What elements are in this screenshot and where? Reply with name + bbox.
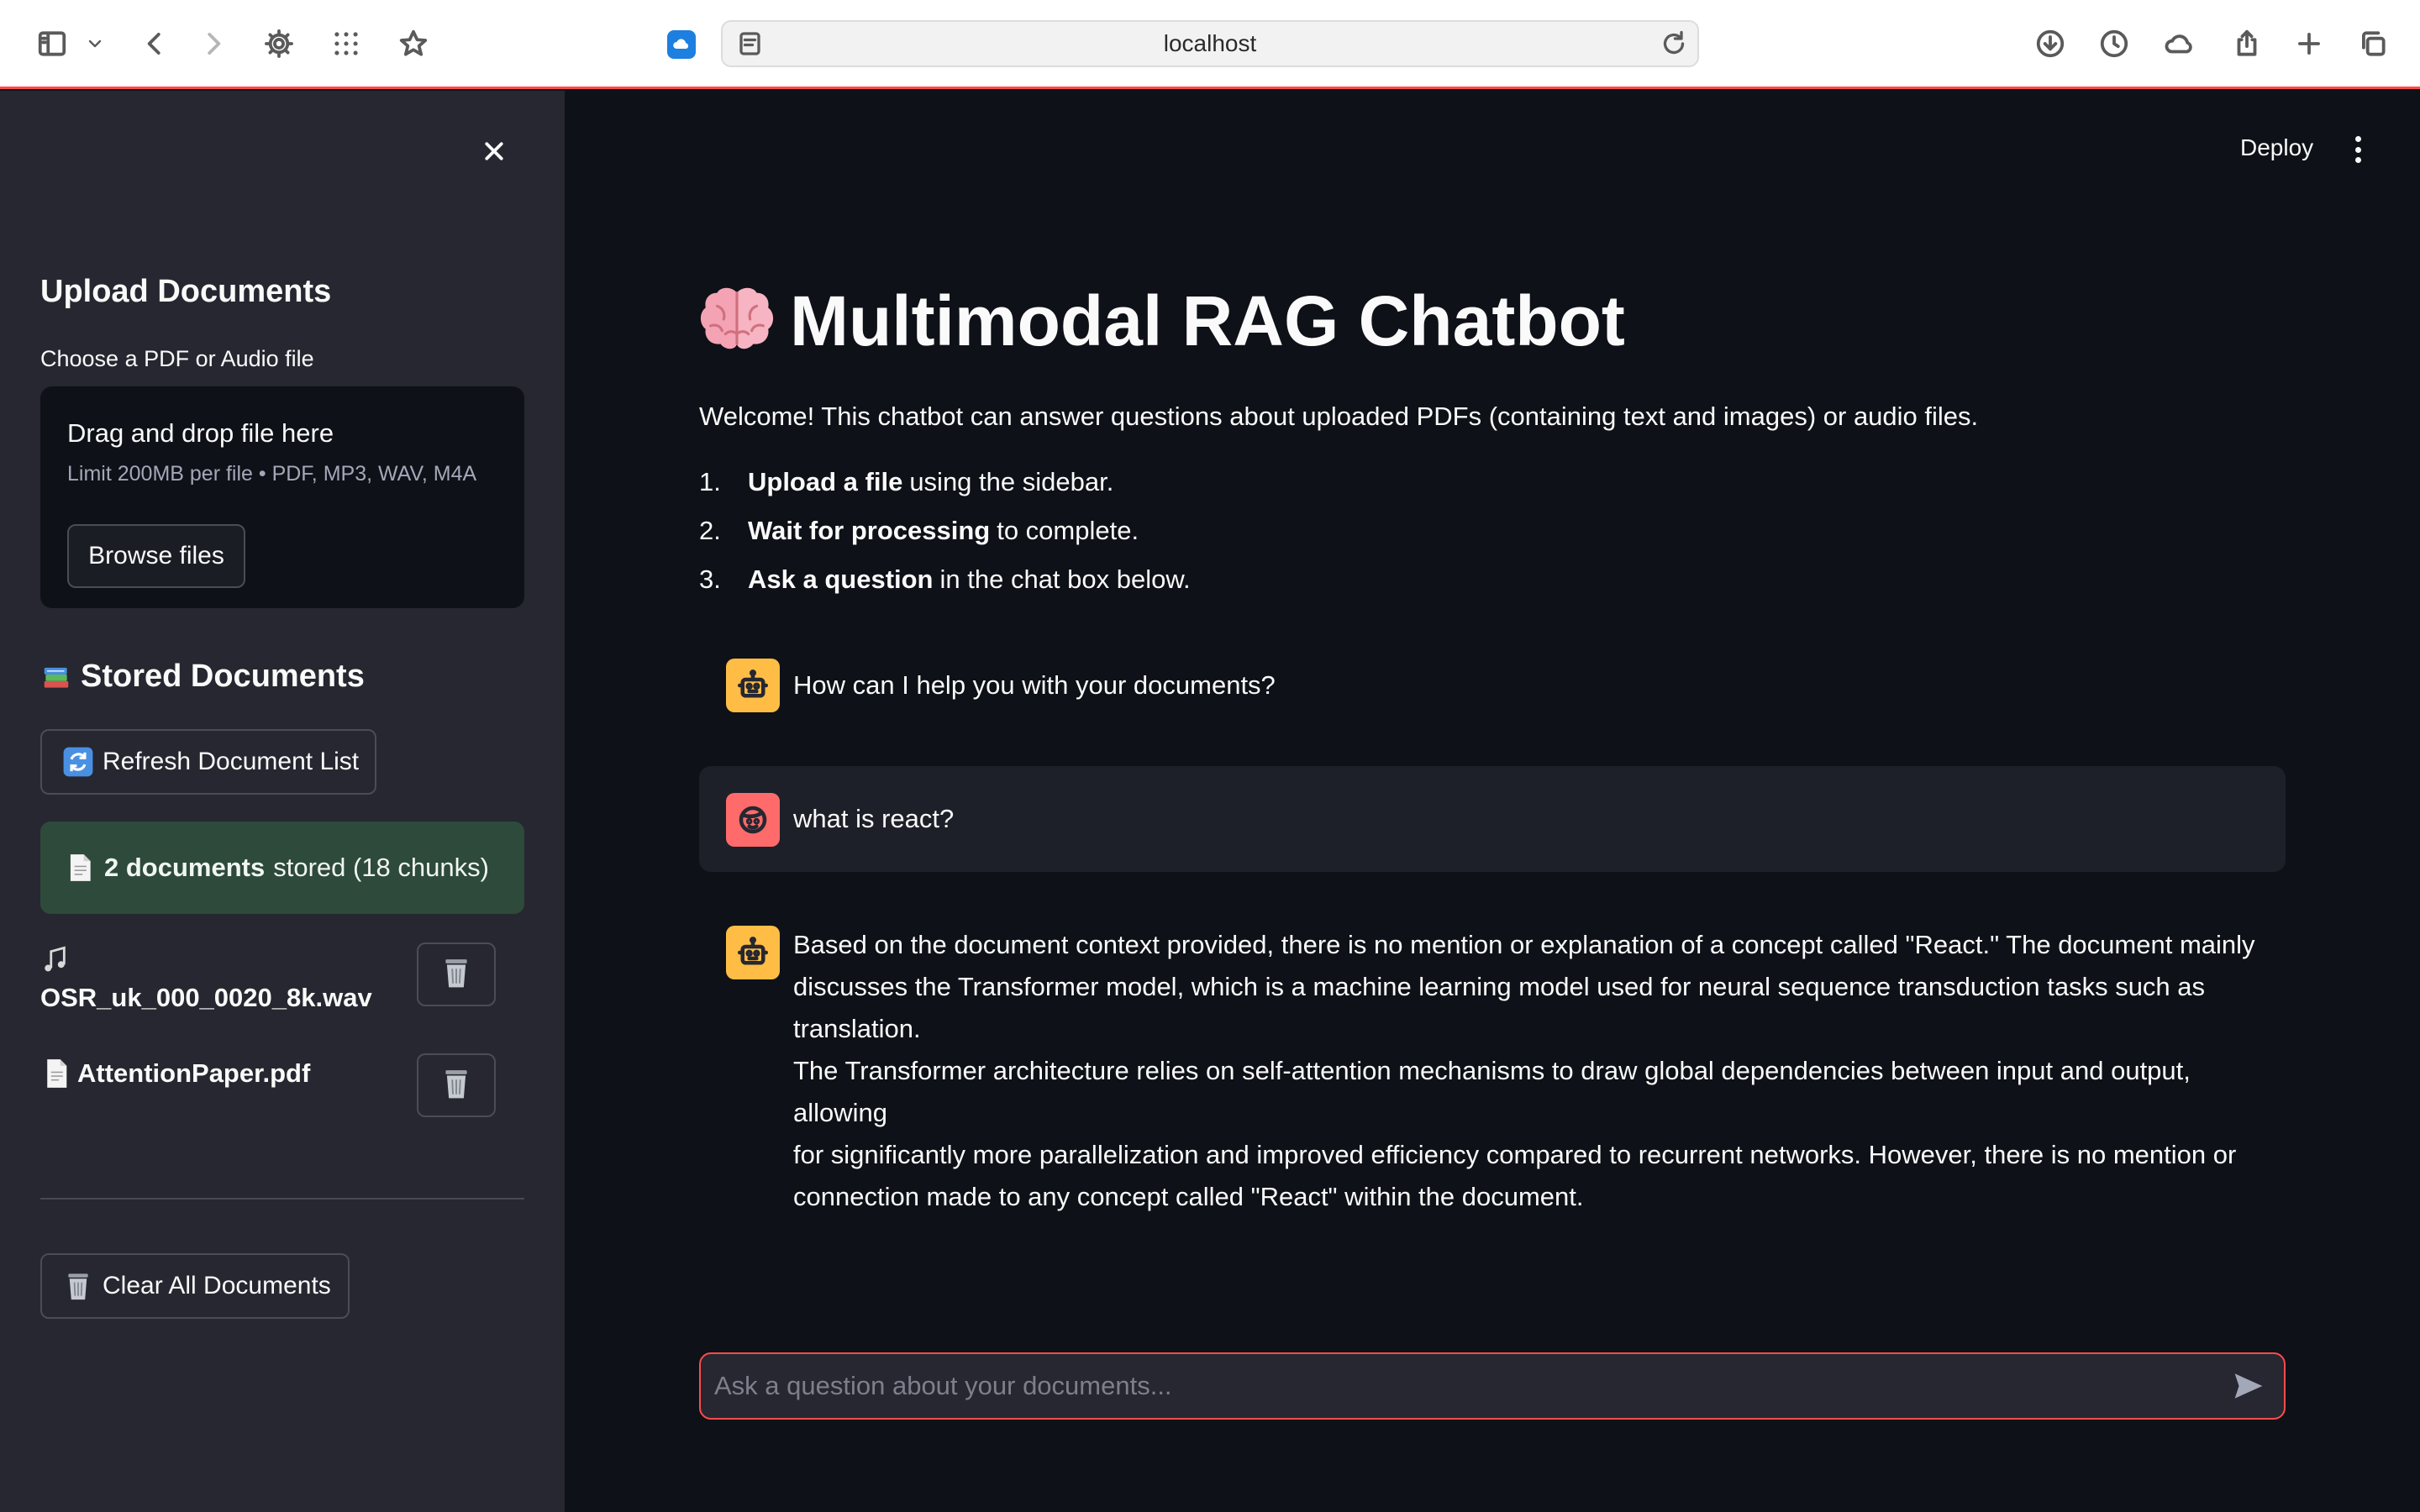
- chat-message-user: what is react?: [699, 766, 2286, 872]
- clear-all-label: Clear All Documents: [103, 1272, 331, 1299]
- app-title: Multimodal RAG Chatbot: [790, 281, 1625, 360]
- message-line: for significantly more parallelization a…: [793, 1140, 2237, 1169]
- message-text: How can I help you with your documents?: [793, 670, 1276, 700]
- history-icon[interactable]: [2096, 25, 2133, 62]
- instruction-step: 1. Upload a file using the sidebar.: [699, 467, 1191, 516]
- summary-rest: stored (18 chunks): [273, 853, 489, 882]
- browse-files-button[interactable]: Browse files: [67, 524, 245, 588]
- cloud-icon[interactable]: [2161, 25, 2198, 62]
- instruction-step: 3. Ask a question in the chat box below.: [699, 564, 1191, 613]
- sidebar-toggle-icon[interactable]: [34, 25, 71, 62]
- message-text: what is react?: [793, 804, 955, 833]
- back-icon[interactable]: [136, 25, 173, 62]
- deploy-button[interactable]: Deploy: [2240, 134, 2313, 161]
- file-uploader-label: Choose a PDF or Audio file: [40, 346, 314, 371]
- dropzone-limit: Limit 200MB per file • PDF, MP3, WAV, M4…: [67, 462, 477, 486]
- document-row: AttentionPaper.pdf: [40, 1057, 310, 1090]
- address-text: localhost: [1163, 30, 1257, 56]
- star-icon[interactable]: [395, 25, 432, 62]
- send-icon[interactable]: [2230, 1369, 2267, 1403]
- stored-documents-heading: Stored Documents: [40, 659, 365, 695]
- instruction-list: 1. Upload a file using the sidebar. 2. W…: [699, 467, 1191, 613]
- main-menu-icon[interactable]: [2349, 133, 2366, 166]
- step-bold: Wait for processing: [748, 516, 991, 545]
- document-name: OSR_uk_000_0020_8k.wav: [40, 983, 372, 1012]
- forward-icon[interactable]: [195, 25, 232, 62]
- page-title: Multimodal RAG Chatbot: [697, 281, 1625, 362]
- address-bar[interactable]: localhost: [721, 20, 1699, 67]
- message-line: Based on the document context provided, …: [793, 930, 2255, 959]
- document-icon: [40, 1057, 72, 1090]
- site-favicon-icon: [667, 30, 696, 59]
- robot-icon: [737, 937, 769, 965]
- trash-icon: [440, 1066, 472, 1105]
- instruction-step: 2. Wait for processing to complete.: [699, 516, 1191, 564]
- step-number: 2.: [699, 516, 721, 545]
- apps-grid-icon[interactable]: [328, 25, 365, 62]
- chat-message-assistant: Based on the document context provided, …: [699, 899, 2286, 1211]
- chat-input[interactable]: [714, 1354, 2193, 1418]
- main-content: Deploy Multimodal RAG Chatbot Welcome! T…: [565, 91, 2420, 1512]
- sidebar-divider: [40, 1198, 524, 1200]
- document-icon: [64, 852, 96, 884]
- reload-icon[interactable]: [1659, 29, 1689, 63]
- chevron-down-icon[interactable]: [82, 25, 108, 62]
- message-text: Based on the document context provided, …: [793, 924, 2286, 1218]
- refresh-label: Refresh Document List: [103, 748, 360, 775]
- bot-avatar: [726, 926, 780, 979]
- delete-document-button[interactable]: [417, 1053, 496, 1117]
- dropzone-title: Drag and drop file here: [67, 418, 334, 448]
- step-text: using the sidebar.: [909, 467, 1114, 496]
- stored-documents-title: Stored Documents: [81, 659, 365, 694]
- document-row: OSR_uk_000_0020_8k.wav: [40, 944, 372, 1013]
- user-avatar: [726, 793, 780, 847]
- sidebar: Upload Documents Choose a PDF or Audio f…: [0, 91, 565, 1512]
- welcome-text: Welcome! This chatbot can answer questio…: [699, 402, 1979, 431]
- refresh-icon: [62, 746, 94, 778]
- browser-toolbar: localhost: [0, 0, 2420, 89]
- user-face-icon: [739, 806, 767, 834]
- message-line: discusses the Transformer model, which i…: [793, 972, 2206, 1043]
- share-icon[interactable]: [2228, 25, 2265, 62]
- document-name: AttentionPaper.pdf: [77, 1058, 311, 1088]
- brain-icon: [697, 282, 790, 360]
- trash-icon: [440, 955, 472, 995]
- message-line: The Transformer architecture relies on s…: [793, 1056, 2191, 1127]
- robot-icon: [737, 669, 769, 698]
- step-number: 3.: [699, 564, 721, 594]
- step-bold: Ask a question: [748, 564, 934, 594]
- books-icon: [40, 661, 72, 693]
- refresh-document-list-button[interactable]: Refresh Document List: [40, 729, 376, 795]
- message-line: connection made to any concept called "R…: [793, 1182, 1584, 1211]
- file-dropzone[interactable]: Drag and drop file here Limit 200MB per …: [40, 386, 524, 608]
- step-text: to complete.: [997, 516, 1139, 545]
- music-note-icon: [40, 944, 69, 978]
- chat-input-container: [699, 1352, 2286, 1420]
- download-icon[interactable]: [2032, 25, 2069, 62]
- clear-all-documents-button[interactable]: Clear All Documents: [40, 1253, 350, 1319]
- document-summary-alert: 2 documents stored (18 chunks): [40, 822, 524, 914]
- tab-overview-icon[interactable]: [2354, 25, 2391, 62]
- delete-document-button[interactable]: [417, 942, 496, 1006]
- step-text: in the chat box below.: [939, 564, 1191, 594]
- gear-icon[interactable]: [260, 25, 297, 62]
- summary-count: 2 documents: [104, 853, 266, 882]
- upload-heading: Upload Documents: [40, 274, 332, 309]
- page-settings-icon[interactable]: [736, 29, 766, 63]
- chat-message-assistant: How can I help you with your documents?: [699, 645, 2286, 738]
- bot-avatar: [726, 659, 780, 712]
- trash-icon: [62, 1270, 94, 1302]
- close-sidebar-icon[interactable]: [476, 133, 513, 170]
- step-bold: Upload a file: [748, 467, 903, 496]
- step-number: 1.: [699, 467, 721, 496]
- new-tab-icon[interactable]: [2291, 25, 2328, 62]
